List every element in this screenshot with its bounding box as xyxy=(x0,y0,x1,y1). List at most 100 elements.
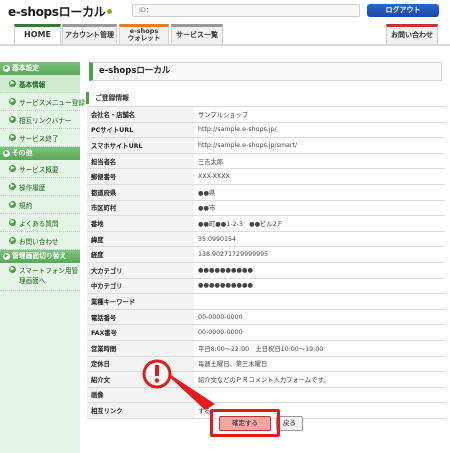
row-value: 三吉太郎 xyxy=(194,152,445,169)
section-title: ご登録情報 xyxy=(86,92,444,104)
row-label: 経度 xyxy=(87,246,194,263)
sidebar-item-label: 相互リンクバナー xyxy=(19,116,72,125)
main-tabs: HOME アカウント管理 e-shops ウォレット サービス一覧 お問い合わせ xyxy=(0,24,450,46)
confirm-highlight-box xyxy=(210,409,280,437)
table-row: 緯度 35.0990154 xyxy=(87,230,445,247)
arrow-right-circle-icon: ▶ xyxy=(9,201,16,208)
arrow-right-circle-icon: ▶ xyxy=(3,253,10,260)
arrow-right-circle-icon: ▶ xyxy=(9,165,16,172)
sidebar-item-label: よくある質問 xyxy=(19,219,59,228)
sidebar-item-basic-info[interactable]: ▶ 基本情報 xyxy=(0,75,80,93)
sidebar-item-smartphone-admin[interactable]: ▶ スマートフォン用管理画面へ xyxy=(0,263,80,291)
sidebar-item-faq[interactable]: ▶ よくある質問 xyxy=(0,214,80,232)
table-row: 経度 138.90271729999995 xyxy=(87,246,445,263)
sidebar-group-switch: ▶ 管理画面切り替え xyxy=(0,250,80,263)
row-label: 都道府県 xyxy=(87,183,194,201)
table-row: 番地 ●●町●●1-2-3 ●●ビル2Ｆ xyxy=(87,215,445,232)
sidebar-group-label: その他 xyxy=(12,149,33,157)
tab-account[interactable]: アカウント管理 xyxy=(62,24,117,44)
table-row: 大カテゴリ ●●●●●●●●●● xyxy=(87,261,445,279)
sidebar-group-other: ▶ その他 xyxy=(0,147,80,160)
site-logo[interactable]: e-shopsローカル xyxy=(8,4,113,19)
row-value: 00-0000-0000 xyxy=(194,324,445,341)
tab-services[interactable]: サービス一覧 xyxy=(171,24,223,44)
back-button[interactable]: 戻る xyxy=(276,416,303,431)
row-value: http://sample.e-shops.jp/smart/ xyxy=(194,137,445,154)
tab-contact[interactable]: お問い合わせ xyxy=(386,24,438,44)
sidebar-item-history[interactable]: ▶ 操作履歴 xyxy=(0,178,80,196)
row-label: 大カテゴリ xyxy=(87,261,194,279)
table-row: 会社名・店舗名 サンプルショップ xyxy=(87,106,445,123)
tab-home[interactable]: HOME xyxy=(14,24,61,44)
sidebar-item-service-menu[interactable]: ▶ サービスメニュー登録 xyxy=(0,93,85,111)
sidebar-item-inquiry[interactable]: ▶ お問い合わせ xyxy=(0,232,80,250)
sidebar-item-label: サービスメニュー登録 xyxy=(19,98,85,107)
table-row: 都道府県 ●●県 xyxy=(87,183,445,201)
row-label: 業種キーワード xyxy=(87,293,194,310)
main-content: e-shopsローカル ご登録情報 会社名・店舗名 サンプルショップ PCサイトUR… xyxy=(80,62,450,453)
logout-button[interactable]: ログアウト xyxy=(367,4,439,17)
sidebar: ▶ 基本設定 ▶ 基本情報 ▶ サービスメニュー登録 ▶ 相互リンクバナー ▶ … xyxy=(0,62,85,453)
row-label: 営業時間 xyxy=(87,339,194,356)
row-label: 番地 xyxy=(87,215,194,232)
table-row: 担当者名 三吉太郎 xyxy=(87,152,445,169)
row-value: 00-0000-0000 xyxy=(194,308,445,325)
sidebar-item-label: 規約 xyxy=(19,201,33,210)
top-header: e-shopsローカル ID： ログアウト xyxy=(0,0,450,22)
table-row: 紹介文 紹介文などのＰＲコメント入力フォームです。 xyxy=(87,371,445,388)
arrow-right-circle-icon: ▶ xyxy=(9,116,16,123)
arrow-right-circle-icon: ▶ xyxy=(3,65,10,72)
table-row: 業種キーワード xyxy=(87,293,445,310)
sidebar-item-service-end[interactable]: ▶ サービス終了 xyxy=(0,129,80,147)
sidebar-item-label: お問い合わせ xyxy=(19,237,59,246)
row-label: 電話番号 xyxy=(87,308,194,325)
row-value: 138.90271729999995 xyxy=(194,246,445,263)
registration-info-table: 会社名・店舗名 サンプルショップ PCサイトURL http://sample.e-s… xyxy=(87,106,445,419)
row-value: 毎週土曜日、第三木曜日 xyxy=(194,355,445,372)
sidebar-item-overview[interactable]: ▶ サービス概要 xyxy=(0,160,80,178)
sidebar-item-label: スマートフォン用管理画面へ xyxy=(19,267,79,285)
sidebar-item-link-banner[interactable]: ▶ 相互リンクバナー xyxy=(0,111,80,129)
arrow-right-circle-icon: ▶ xyxy=(9,183,16,190)
row-label: 相互リンク xyxy=(87,402,194,419)
row-value xyxy=(194,293,445,310)
row-value: サンプルショップ xyxy=(194,106,445,123)
row-value: ●●●●●●●●●● xyxy=(194,261,445,279)
row-label: 市区町村 xyxy=(87,199,194,216)
table-row: FAX番号 00-0000-0000 xyxy=(87,324,445,341)
tab-wallet-line2: ウォレット xyxy=(127,34,161,42)
table-row: 電話番号 00-0000-0000 xyxy=(87,308,445,325)
arrow-right-circle-icon: ▶ xyxy=(9,219,16,226)
arrow-right-circle-icon: ▶ xyxy=(9,266,16,273)
row-label: 会社名・店舗名 xyxy=(87,106,194,123)
row-value: 紹介文などのＰＲコメント入力フォームです。 xyxy=(194,371,445,388)
sidebar-group-label: 管理画面切り替え xyxy=(12,252,67,260)
row-label: スマホサイトURL xyxy=(87,137,194,154)
row-label: 担当者名 xyxy=(87,152,194,169)
table-row: 市区町村 ●●市 xyxy=(87,199,445,216)
row-value: http://sample.e-shops.jp/ xyxy=(194,121,445,138)
row-label: 紹介文 xyxy=(87,371,194,388)
table-row: 郵便番号 XXX-XXXX xyxy=(87,168,445,185)
table-row: 画像 xyxy=(87,386,445,403)
arrow-right-circle-icon: ▶ xyxy=(9,134,16,141)
logo-mark-icon xyxy=(107,8,113,14)
arrow-right-circle-icon: ▶ xyxy=(9,80,16,87)
row-value: ●●町●●1-2-3 ●●ビル2Ｆ xyxy=(194,215,445,232)
row-label: 画像 xyxy=(87,386,194,403)
sidebar-item-label: 操作履歴 xyxy=(19,183,46,192)
row-label: PCサイトURL xyxy=(87,121,194,138)
table-row: PCサイトURL http://sample.e-shops.jp/ xyxy=(87,121,445,138)
sidebar-item-terms[interactable]: ▶ 規約 xyxy=(0,196,80,214)
tab-wallet[interactable]: e-shops ウォレット xyxy=(119,24,169,44)
table-row: 営業時間 平日8:00〜22:00 土日祝日10:00〜19:00 xyxy=(87,339,445,356)
row-label: 定休日 xyxy=(87,355,194,372)
table-row: スマホサイトURL http://sample.e-shops.jp/smart/ xyxy=(87,137,445,154)
row-label: 緯度 xyxy=(87,230,194,247)
sidebar-item-label: サービス終了 xyxy=(19,134,59,143)
sidebar-item-label: サービス概要 xyxy=(19,165,59,174)
row-value: ●●県 xyxy=(194,183,445,201)
row-value xyxy=(194,386,445,403)
sidebar-group-label: 基本設定 xyxy=(12,64,40,72)
sidebar-item-label: 基本情報 xyxy=(19,80,46,89)
